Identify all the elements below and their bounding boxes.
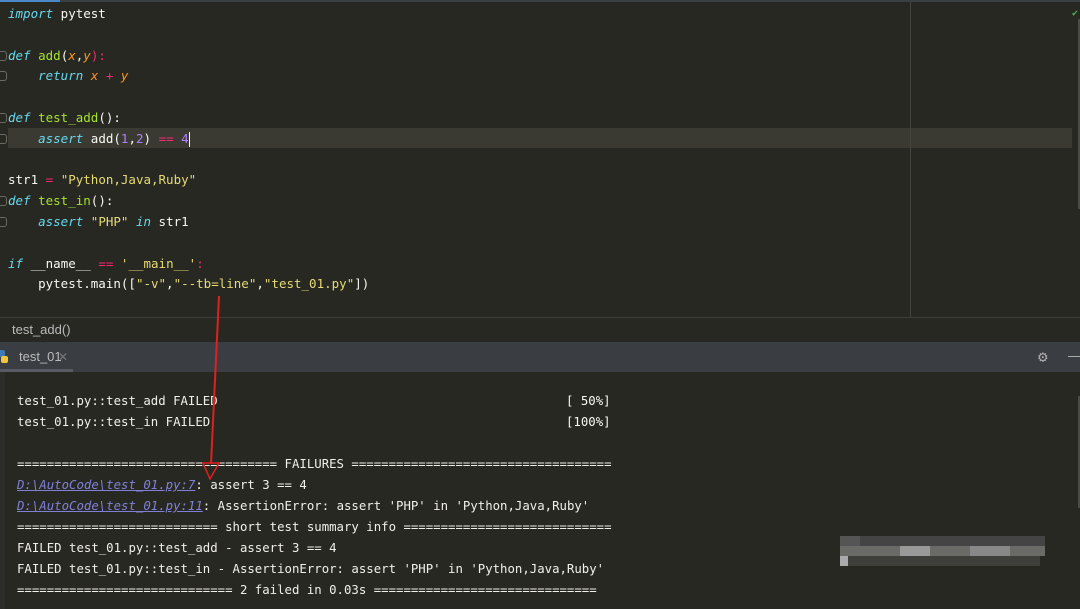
summary-footer: ============================= 2 failed i… [17,583,597,597]
code-token: : [196,255,204,271]
fold-marker-icon[interactable] [0,113,7,123]
failure-line: D:\AutoCode\test_01.py:11: AssertionErro… [17,496,589,517]
code-token: "PHP" [90,214,129,229]
code-line[interactable]: def test_add(): [8,107,121,128]
code-token: , [128,130,136,146]
breadcrumb-item[interactable]: test_add() [12,322,71,337]
breadcrumb[interactable]: test_add() [0,318,1080,342]
fold-marker-icon[interactable] [0,50,7,61]
code-token: pytest [53,6,106,21]
code-token: ): [90,47,106,63]
code-line[interactable]: pytest.main(["-v","--tb=line","test_01.p… [8,273,369,294]
code-token: 2 [135,130,144,146]
code-token: assert [38,130,84,146]
code-line[interactable]: return x + y [8,65,128,86]
summary-line: FAILED test_01.py::test_add - assert 3 =… [17,541,337,555]
fold-marker-icon[interactable] [0,217,7,227]
console-gutter [0,372,5,609]
tab-test-01[interactable]: test_01 ✕ [0,342,73,372]
python-icon [0,350,8,363]
code-line[interactable]: assert add(1,2) == 4 [8,128,190,149]
failure-link[interactable]: D:\AutoCode\test_01.py:7 [17,478,195,492]
right-margin-guide [910,2,911,317]
code-token: __name__ [23,255,99,271]
fold-marker-icon[interactable] [0,71,7,82]
code-token: def [8,193,31,209]
code-token: "-v" [135,276,167,292]
code-token: def [8,110,31,125]
code-token: test_add [38,110,99,125]
code-line[interactable]: str1 = "Python,Java,Ruby" [8,169,196,190]
pixelated-watermark [840,530,1045,576]
fold-marker-icon[interactable] [0,133,7,144]
tab-label: test_01 [19,349,62,364]
code-token: "--tb=line" [173,276,257,292]
code-token: ) [143,130,159,146]
code-token: == [158,130,174,146]
code-token: if [8,255,24,271]
gear-icon[interactable]: ⚙ [1038,348,1048,366]
text-caret [188,131,190,147]
code-line[interactable]: import pytest [8,3,106,24]
code-token: add( [83,130,121,146]
failure-message: : assert 3 == 4 [195,478,307,492]
code-token: "test_01.py" [263,276,355,292]
fold-marker-icon[interactable] [0,196,7,207]
failure-line: D:\AutoCode\test_01.py:7: assert 3 == 4 [17,475,307,496]
result-line: test_01.py::test_in FAILED [17,415,211,429]
code-token: (): [90,193,114,209]
code-token: '__main__' [120,255,197,271]
code-line[interactable]: assert "PHP" in str1 [8,211,189,232]
close-icon[interactable]: ✕ [58,342,68,372]
run-tool-window-header: test_01 ✕ ⚙ [0,342,1080,372]
code-token: , [256,276,264,292]
code-token: y [120,68,129,84]
code-token: test_in [38,193,91,209]
code-token: assert [38,214,84,229]
summary-header: =========================== short test s… [17,520,612,534]
code-token: ]) [354,276,370,292]
code-line[interactable]: if __name__ == '__main__': [8,253,204,274]
code-token: , [166,276,174,292]
code-token: str1 [8,172,46,188]
code-token: (): [98,110,121,125]
result-line: test_01.py::test_add FAILED [17,394,218,408]
failure-message: : AssertionError: assert 'PHP' in 'Pytho… [202,499,590,513]
inspection-ok-icon: ✔ [1071,8,1078,19]
code-token: import [8,6,54,21]
code-token: + [98,68,121,84]
code-token: add [38,47,61,63]
code-token: 4 [181,130,189,146]
code-token: str1 [151,214,189,229]
code-token: y [83,47,91,63]
result-percent: [100%] [566,415,611,429]
failure-link[interactable]: D:\AutoCode\test_01.py:11 [17,499,203,513]
code-token: in [135,214,152,229]
code-token: == [98,255,114,271]
result-percent: [ 50%] [566,394,611,408]
code-line[interactable]: def add(x,y): [8,45,106,66]
code-token: "Python,Java,Ruby" [60,172,197,188]
code-token: def [8,47,31,63]
code-editor[interactable]: import pytest def add(x,y): return x + yd… [0,2,1080,317]
failures-header: =================================== FAIL… [17,457,612,471]
code-token: pytest.main([ [8,276,136,292]
code-token: return [38,68,84,84]
minimize-icon[interactable] [1068,356,1080,357]
code-token: x [68,47,76,63]
summary-line: FAILED test_01.py::test_in - AssertionEr… [17,562,605,576]
code-line[interactable]: def test_in(): [8,190,113,211]
